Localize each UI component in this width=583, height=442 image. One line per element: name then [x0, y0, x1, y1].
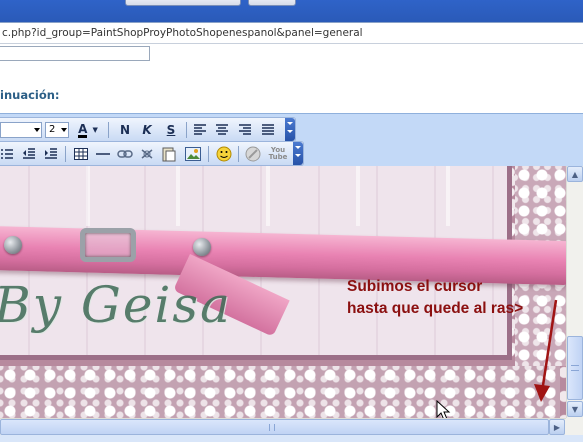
outdent-icon [23, 148, 35, 159]
rivet-icon [193, 238, 211, 256]
chevron-down-icon [295, 154, 301, 158]
toolbar-separator [208, 146, 209, 162]
align-right-icon [239, 124, 251, 135]
scroll-up-button[interactable]: ▲ [567, 166, 583, 182]
table-icon [74, 148, 88, 160]
bold-button[interactable]: N [116, 121, 134, 139]
chevron-right-icon: ▶ [553, 422, 561, 432]
chevron-up-icon: ▲ [571, 169, 579, 179]
mouse-cursor-icon [436, 400, 451, 418]
font-family-select[interactable] [0, 122, 42, 138]
top-small-button[interactable] [248, 0, 296, 6]
chevron-down-icon [287, 122, 293, 126]
font-size-value: 2 [49, 124, 56, 135]
chevron-down-icon: ▼ [571, 404, 579, 414]
paste-button[interactable] [160, 145, 178, 163]
strike-button[interactable]: S [162, 121, 180, 139]
instruction-line-1: Subimos el cursor [347, 278, 483, 295]
signature-text: By Geisa [0, 276, 232, 334]
toolbar-separator [65, 146, 66, 162]
chevron-down-icon [295, 146, 301, 150]
scroll-right-button[interactable]: ▶ [549, 419, 565, 435]
insert-table-button[interactable] [72, 145, 90, 163]
horizontal-rule-icon [96, 153, 110, 155]
link-icon [117, 150, 133, 158]
window-top-strip [0, 0, 583, 22]
horizontal-scrollbar[interactable]: ▶ [0, 418, 566, 435]
toolbar-separator [238, 146, 239, 162]
font-color-button[interactable]: A ▼ [73, 121, 103, 139]
indent-icon [45, 148, 57, 159]
vertical-scrollbar[interactable]: ▲ ▼ [566, 166, 583, 418]
italic-button[interactable]: K [138, 121, 156, 139]
font-color-icon: A [78, 121, 88, 138]
editor-bottom-strip [0, 435, 583, 442]
bulleted-list-button[interactable] [0, 145, 16, 163]
address-url: c.php?id_group=PaintShopProyPhotoShopene… [2, 27, 363, 39]
disabled-flash-button[interactable] [244, 145, 262, 163]
image-icon [185, 147, 201, 161]
vertical-scroll-thumb[interactable] [567, 336, 583, 400]
justify-button[interactable] [259, 121, 277, 139]
text-field[interactable] [0, 46, 150, 61]
top-tab-button[interactable] [125, 0, 241, 6]
instruction-line-2: hasta que quede al ras> [347, 300, 524, 317]
instruction-note: Subimos el cursor hasta que quede al ras… [347, 276, 523, 320]
address-bar[interactable]: c.php?id_group=PaintShopProyPhotoShopene… [0, 22, 583, 44]
unlink-icon [141, 149, 153, 159]
align-center-button[interactable] [213, 121, 231, 139]
clipboard-icon [162, 147, 176, 162]
insert-link-button[interactable] [116, 145, 134, 163]
section-heading: inuación: [0, 88, 60, 102]
toolbar-expand-handle[interactable] [285, 118, 295, 141]
grip-icon [269, 424, 275, 431]
lace-border-bottom [0, 366, 560, 418]
chevron-down-icon [61, 128, 67, 132]
youtube-button[interactable]: You Tube [267, 145, 289, 163]
smiley-icon [216, 146, 232, 162]
toolbar-expand-handle[interactable] [293, 142, 303, 165]
chevron-down-icon: ▼ [92, 126, 98, 134]
bulleted-list-icon [1, 149, 13, 159]
align-left-icon [194, 124, 206, 135]
font-size-select[interactable]: 2 [45, 122, 69, 138]
scroll-down-button[interactable]: ▼ [567, 401, 583, 417]
horizontal-rule-button[interactable] [94, 145, 112, 163]
insert-image-button[interactable] [184, 145, 202, 163]
align-left-button[interactable] [191, 121, 209, 139]
red-arrow-icon [534, 299, 558, 402]
chevron-down-icon [34, 128, 40, 132]
editor-toolbar-row-1: 2 A ▼ N K S [0, 117, 296, 142]
align-right-button[interactable] [236, 121, 254, 139]
chevron-down-icon [287, 130, 293, 134]
horizontal-scroll-thumb[interactable] [0, 419, 549, 435]
no-entry-icon [245, 146, 261, 162]
align-center-icon [216, 124, 228, 135]
lace-top-decoration [40, 166, 480, 226]
scrollbar-corner [566, 418, 583, 435]
unlink-button[interactable] [138, 145, 156, 163]
grip-icon [571, 365, 579, 371]
insert-emoticon-button[interactable] [215, 145, 233, 163]
editor-content-area[interactable]: By Geisa Subimos el cursor hasta que que… [0, 166, 566, 418]
outdent-button[interactable] [20, 145, 38, 163]
buckle-icon [80, 228, 136, 262]
toolbar-separator [186, 122, 187, 138]
justify-icon [262, 124, 274, 135]
indent-button[interactable] [42, 145, 60, 163]
rivet-icon [4, 236, 22, 254]
toolbar-separator [108, 122, 109, 138]
editor-toolbar-row-2: You Tube [0, 141, 304, 166]
